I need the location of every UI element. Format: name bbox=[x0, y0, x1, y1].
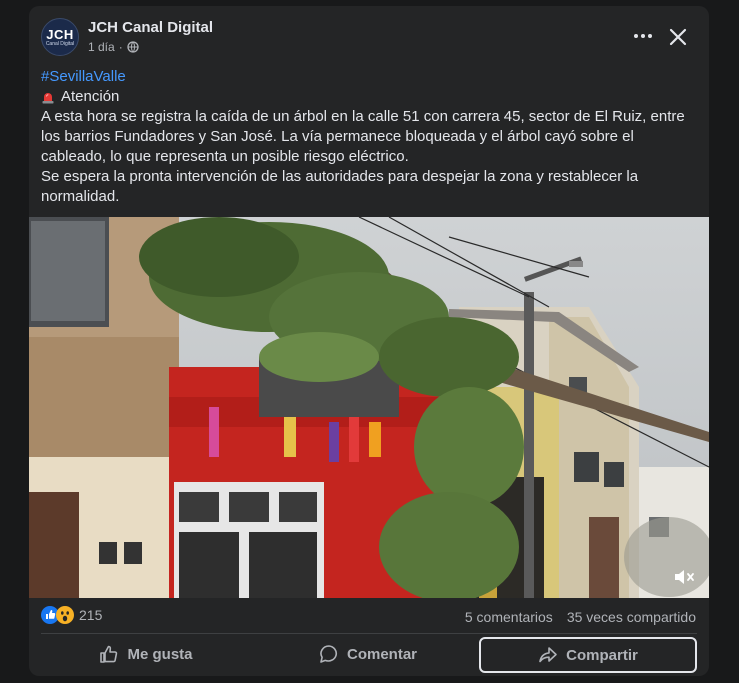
avatar[interactable]: JCH Canal Digital bbox=[41, 18, 79, 56]
fallen-tree-scene-image bbox=[29, 217, 709, 598]
attention-line: Atención bbox=[41, 87, 699, 107]
share-arrow-icon bbox=[539, 647, 557, 663]
author-name[interactable]: JCH Canal Digital bbox=[88, 19, 213, 36]
attention-label: Atención bbox=[61, 88, 120, 105]
post-meta: 1 día · bbox=[88, 40, 139, 54]
siren-icon bbox=[42, 93, 54, 104]
post-text: #SevillaValle Atención A esta hora se re… bbox=[41, 67, 699, 207]
post-body-paragraph-2: Se espera la pronta intervención de las … bbox=[41, 168, 639, 205]
post-time[interactable]: 1 día bbox=[88, 40, 115, 54]
globe-icon bbox=[127, 41, 139, 53]
reaction-icons bbox=[41, 606, 74, 624]
avatar-logo-text: JCH bbox=[46, 26, 74, 42]
close-button[interactable] bbox=[667, 26, 689, 48]
comment-bubble-icon bbox=[320, 645, 338, 663]
more-dots-icon bbox=[634, 34, 652, 38]
engagement-stats: 5 comentarios 35 veces compartido bbox=[465, 609, 696, 625]
divider bbox=[41, 633, 697, 634]
like-label: Me gusta bbox=[127, 645, 193, 663]
shares-count-link[interactable]: 35 veces compartido bbox=[567, 609, 696, 625]
share-button[interactable]: Compartir bbox=[479, 637, 697, 673]
more-options-button[interactable] bbox=[629, 28, 657, 44]
like-button[interactable]: Me gusta bbox=[35, 636, 257, 672]
comments-count-link[interactable]: 5 comentarios bbox=[465, 609, 553, 625]
post-body-paragraph-1: A esta hora se registra la caída de un á… bbox=[41, 108, 685, 165]
hashtag-link[interactable]: #SevillaValle bbox=[41, 67, 699, 87]
reactions-summary[interactable]: 215 bbox=[41, 606, 102, 624]
post-card: JCH Canal Digital JCH Canal Digital 1 dí… bbox=[29, 6, 709, 676]
comment-button[interactable]: Comentar bbox=[257, 636, 479, 672]
share-label: Compartir bbox=[566, 646, 638, 664]
speaker-muted-icon[interactable] bbox=[672, 566, 696, 588]
wow-reaction-icon bbox=[56, 606, 74, 624]
comment-label: Comentar bbox=[346, 645, 417, 663]
post-video[interactable] bbox=[29, 217, 709, 598]
avatar-logo-subtext: Canal Digital bbox=[45, 40, 75, 47]
close-icon bbox=[669, 28, 687, 46]
thumbs-up-icon bbox=[100, 645, 118, 663]
reaction-count: 215 bbox=[79, 607, 103, 623]
meta-separator: · bbox=[118, 40, 123, 54]
